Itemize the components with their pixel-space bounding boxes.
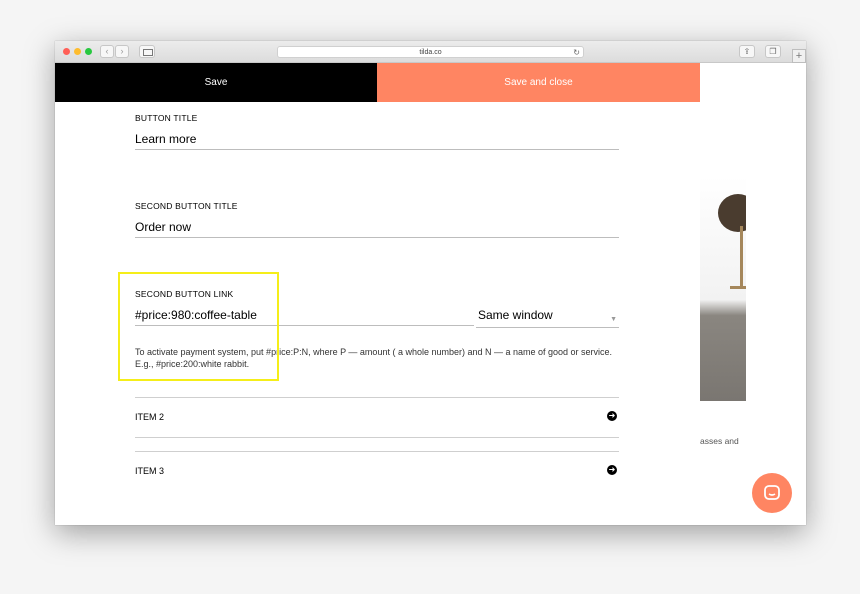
caret-down-icon: ▼	[610, 316, 617, 323]
chat-bubble-icon	[764, 485, 780, 500]
edit-panel: Save Save and close BUTTON TITLE SECOND …	[55, 63, 700, 525]
zoom-window-icon[interactable]	[85, 48, 92, 55]
arrow-right-circle-icon[interactable]: ➜	[607, 411, 617, 421]
button-title-label: BUTTON TITLE	[135, 113, 198, 123]
sidebar-toggle-icon[interactable]	[139, 45, 155, 58]
link-target-select[interactable]: Same window ▼	[476, 306, 619, 328]
reload-icon[interactable]: ↻	[573, 47, 580, 58]
new-tab-button[interactable]: +	[792, 49, 806, 63]
link-target-value: Same window	[478, 308, 553, 322]
browser-window: ‹ › tilda.co ↻ ⇪ ❐ + asses and Save Save…	[55, 41, 806, 525]
minimize-window-icon[interactable]	[74, 48, 81, 55]
page-viewport: asses and Save Save and close BUTTON TIT…	[55, 63, 806, 525]
forward-button[interactable]: ›	[115, 45, 129, 58]
collapsible-item[interactable]: ITEM 3 ➜	[135, 451, 619, 491]
arrow-right-circle-icon[interactable]: ➜	[607, 465, 617, 475]
address-bar[interactable]: tilda.co ↻	[277, 46, 584, 58]
product-description-fragment: asses and	[700, 436, 739, 446]
item-label: ITEM 2	[135, 412, 165, 422]
second-button-link-label: SECOND BUTTON LINK	[135, 289, 234, 299]
payment-hint-text: To activate payment system, put #price:P…	[135, 347, 613, 369]
panel-toolbar: Save Save and close	[55, 63, 700, 102]
second-button-link-input[interactable]	[135, 304, 474, 326]
button-title-input[interactable]	[135, 128, 619, 150]
share-icon[interactable]: ⇪	[739, 45, 755, 58]
tabs-overview-icon[interactable]: ❐	[765, 45, 781, 58]
save-button[interactable]: Save	[55, 63, 377, 102]
close-window-icon[interactable]	[63, 48, 70, 55]
save-and-close-button[interactable]: Save and close	[377, 63, 700, 102]
second-button-title-label: SECOND BUTTON TITLE	[135, 201, 238, 211]
collapsible-item[interactable]: ITEM 2 ➜	[135, 397, 619, 437]
second-button-title-input[interactable]	[135, 216, 619, 238]
item-label: ITEM 3	[135, 466, 165, 476]
browser-titlebar: ‹ › tilda.co ↻ ⇪ ❐ +	[55, 41, 806, 63]
address-url: tilda.co	[419, 49, 442, 56]
product-photo	[700, 176, 746, 401]
chat-button[interactable]	[752, 473, 792, 513]
back-button[interactable]: ‹	[100, 45, 114, 58]
